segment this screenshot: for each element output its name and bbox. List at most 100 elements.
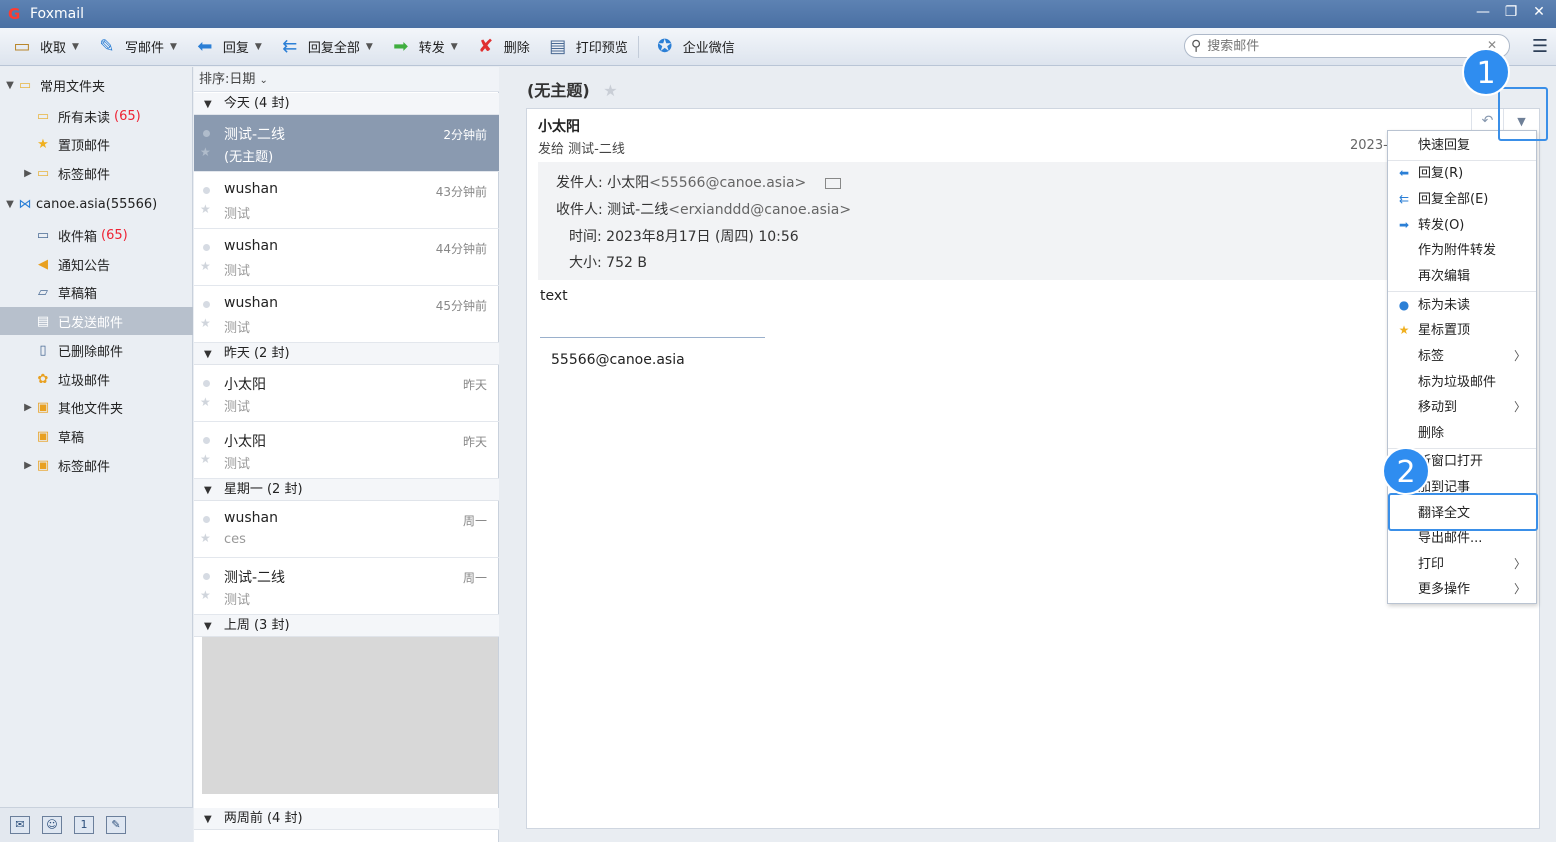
- group-header-monday[interactable]: ▼ 星期一 (2 封): [194, 479, 499, 501]
- expand-triangle-icon[interactable]: ▶: [22, 402, 34, 413]
- list-item[interactable]: ★ 测试-二线 2分钟前 (无主题): [194, 115, 499, 172]
- collapse-triangle-icon[interactable]: ▼: [204, 814, 212, 825]
- mail-view-icon[interactable]: ✉: [10, 816, 30, 834]
- reply-all-button[interactable]: ⇇ 回复全部 ▼: [272, 32, 379, 62]
- sidebar-item-other-folders[interactable]: ▶ ▣ 其他文件夹: [0, 393, 193, 421]
- menu-item-forward[interactable]: ➡ 转发(O): [1388, 213, 1536, 238]
- unread-dot-icon[interactable]: [203, 380, 210, 387]
- sidebar-item-tagged-2[interactable]: ▶ ▣ 标签邮件: [0, 451, 193, 479]
- sidebar-item-deleted[interactable]: ▯ 已删除邮件: [0, 336, 193, 364]
- menu-item-move-to[interactable]: 移动到 〉: [1388, 395, 1536, 420]
- collapse-triangle-icon[interactable]: ▼: [204, 485, 212, 496]
- group-header-today[interactable]: ▼ 今天 (4 封): [194, 93, 499, 115]
- sidebar-item-tagged[interactable]: ▶ ▭ 标签邮件: [0, 159, 193, 187]
- to-email[interactable]: <erxianddd@canoe.asia>: [668, 202, 851, 218]
- unread-dot-icon[interactable]: [203, 301, 210, 308]
- sidebar-item-draft[interactable]: ▣ 草稿: [0, 422, 193, 450]
- expand-triangle-icon[interactable]: ▼: [4, 199, 16, 210]
- chevron-down-icon[interactable]: ▼: [366, 42, 373, 52]
- delete-button[interactable]: ✘ 删除: [468, 32, 536, 62]
- feather-pen-icon: ✎: [99, 36, 115, 57]
- unread-dot-icon[interactable]: [203, 516, 210, 523]
- sidebar-item-spam[interactable]: ✿ 垃圾邮件: [0, 365, 193, 393]
- menu-item-mark-unread[interactable]: ● 标为未读: [1388, 293, 1536, 318]
- menu-item-tag[interactable]: 标签 〉: [1388, 344, 1536, 369]
- sidebar-item-inbox[interactable]: ▭ 收件箱 (65): [0, 221, 193, 249]
- print-preview-button[interactable]: ▤ 打印预览: [540, 32, 634, 62]
- list-item[interactable]: ★ wushan 44分钟前 测试: [194, 229, 499, 286]
- sort-dropdown[interactable]: 排序:日期 ⌄: [194, 67, 499, 92]
- star-icon[interactable]: ★: [603, 81, 617, 100]
- reply-button[interactable]: ⬅ 回复 ▼: [187, 32, 268, 62]
- chevron-down-icon[interactable]: ▼: [451, 42, 458, 52]
- list-item[interactable]: ★ 小太阳 昨天 测试: [194, 365, 499, 422]
- menu-item-delete[interactable]: 删除: [1388, 421, 1536, 446]
- list-item[interactable]: ★ 测试-二线 周一 测试: [194, 558, 499, 615]
- star-icon[interactable]: ★: [200, 145, 211, 159]
- close-icon[interactable]: ✕: [1532, 4, 1546, 20]
- star-icon[interactable]: ★: [200, 395, 211, 409]
- chevron-down-icon[interactable]: ▼: [72, 42, 79, 52]
- compose-button[interactable]: ✎ 写邮件 ▼: [89, 32, 183, 62]
- unread-dot-icon[interactable]: [203, 244, 210, 251]
- star-icon[interactable]: ★: [200, 202, 211, 216]
- star-icon[interactable]: ★: [200, 452, 211, 466]
- unread-dot-icon[interactable]: [203, 187, 210, 194]
- star-icon[interactable]: ★: [200, 316, 211, 330]
- list-item[interactable]: ★ wushan 43分钟前 测试: [194, 172, 499, 229]
- sidebar-item-pinned[interactable]: ★ 置顶邮件: [0, 130, 193, 158]
- star-icon[interactable]: ★: [200, 588, 211, 602]
- calendar-icon[interactable]: 1: [74, 816, 94, 834]
- search-input[interactable]: [1207, 38, 1468, 54]
- restore-icon[interactable]: ❐: [1504, 4, 1518, 20]
- group-header-last-week[interactable]: ▼ 上周 (3 封): [194, 615, 499, 637]
- contacts-icon[interactable]: ☺: [42, 816, 62, 834]
- list-item[interactable]: ★ wushan 周一 ces: [194, 501, 499, 558]
- menu-item-more-actions[interactable]: 更多操作 〉: [1388, 577, 1536, 602]
- unread-dot-icon[interactable]: [203, 130, 210, 137]
- receive-button[interactable]: ▭ 收取 ▼: [4, 32, 85, 62]
- main-menu-icon[interactable]: ☰: [1532, 36, 1548, 57]
- expand-triangle-icon[interactable]: ▶: [22, 460, 34, 471]
- from-email[interactable]: <55566@canoe.asia>: [649, 175, 806, 191]
- minimize-icon[interactable]: —: [1476, 4, 1490, 20]
- spam-icon: ✿: [37, 371, 49, 387]
- chevron-down-icon[interactable]: ▼: [170, 42, 177, 52]
- sidebar-item-notices[interactable]: ◀ 通知公告: [0, 250, 193, 278]
- expand-triangle-icon[interactable]: ▼: [4, 80, 16, 91]
- menu-item-mark-spam[interactable]: 标为垃圾邮件: [1388, 370, 1536, 395]
- collapse-triangle-icon[interactable]: ▼: [204, 99, 212, 110]
- forward-button[interactable]: ➡ 转发 ▼: [383, 32, 464, 62]
- mail-time: 周一: [462, 571, 487, 585]
- sidebar-item-favorites[interactable]: ▼ ▭ 常用文件夹: [0, 71, 193, 99]
- collapse-triangle-icon[interactable]: ▼: [204, 349, 212, 360]
- sidebar-item-drafts[interactable]: ▱ 草稿箱: [0, 278, 193, 306]
- search-box[interactable]: ⚲ ✕: [1184, 34, 1510, 58]
- group-header-two-weeks-ago[interactable]: ▼ 两周前 (4 封): [194, 808, 499, 830]
- menu-item-reply[interactable]: ⬅ 回复(R): [1388, 161, 1536, 186]
- list-item[interactable]: ★ 小太阳 昨天 测试: [194, 422, 499, 479]
- star-icon[interactable]: ★: [200, 531, 211, 545]
- sidebar-item-sent[interactable]: ▤ 已发送邮件: [0, 307, 193, 335]
- contact-card-icon[interactable]: [824, 177, 841, 189]
- notes-icon[interactable]: ✎: [106, 816, 126, 834]
- unread-dot-icon[interactable]: [203, 437, 210, 444]
- wecom-button[interactable]: ✪ 企业微信: [647, 32, 741, 62]
- to-value[interactable]: 测试-二线: [607, 202, 668, 218]
- expand-triangle-icon[interactable]: ▶: [22, 168, 34, 179]
- group-header-yesterday[interactable]: ▼ 昨天 (2 封): [194, 343, 499, 365]
- menu-item-forward-as-attachment[interactable]: 作为附件转发: [1388, 238, 1536, 263]
- menu-item-reply-all[interactable]: ⇇ 回复全部(E): [1388, 187, 1536, 212]
- unread-dot-icon[interactable]: [203, 573, 210, 580]
- from-value[interactable]: 小太阳: [607, 175, 649, 191]
- list-item[interactable]: ★ wushan 45分钟前 测试: [194, 286, 499, 343]
- collapse-triangle-icon[interactable]: ▼: [204, 621, 212, 632]
- bottom-nav: ✉ ☺ 1 ✎: [0, 807, 193, 842]
- menu-item-edit-again[interactable]: 再次编辑: [1388, 264, 1536, 289]
- menu-item-print[interactable]: 打印 〉: [1388, 552, 1536, 577]
- sidebar-item-account[interactable]: ▼ ⋈ canoe.asia(55566): [0, 190, 193, 218]
- menu-item-star-pin[interactable]: ★ 星标置顶: [1388, 318, 1536, 343]
- star-icon[interactable]: ★: [200, 259, 211, 273]
- sidebar-item-all-unread[interactable]: ▭ 所有未读 (65): [0, 102, 193, 130]
- chevron-down-icon[interactable]: ▼: [255, 42, 262, 52]
